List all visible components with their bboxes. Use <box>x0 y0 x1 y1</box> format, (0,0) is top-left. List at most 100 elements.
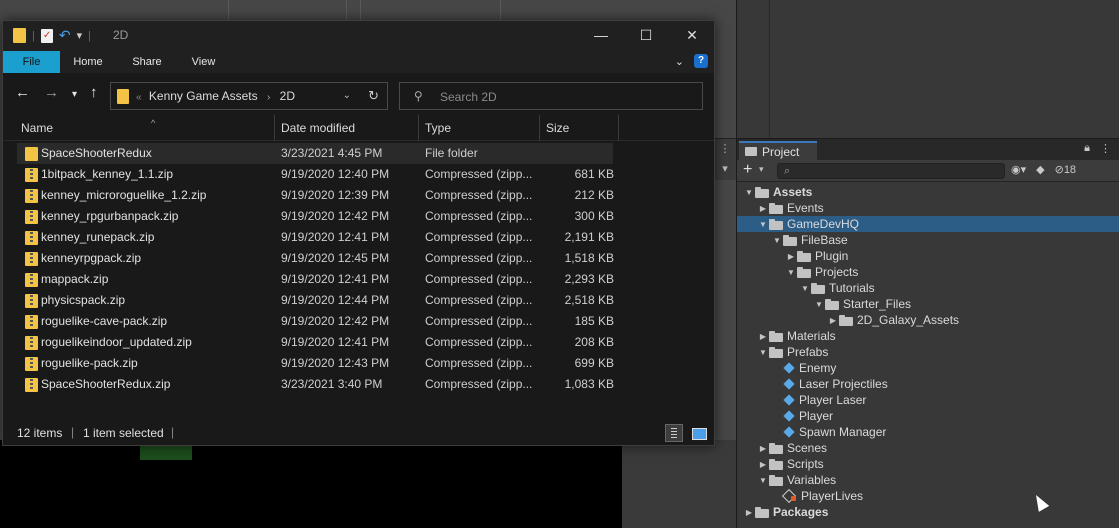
search-input[interactable]: ⚲ Search 2D <box>399 82 703 110</box>
expand-ribbon-icon[interactable]: ⌄ <box>675 55 684 68</box>
breadcrumb-2d[interactable]: 2D <box>280 89 295 103</box>
back-button[interactable]: ← <box>15 85 30 101</box>
folder-icon <box>769 331 783 342</box>
tab-view[interactable]: View <box>186 51 221 73</box>
file-row[interactable]: 1bitpack_kenney_1.1.zip 9/19/2020 12:40 P… <box>3 164 714 185</box>
project-tree-item[interactable]: Enemy <box>737 360 1119 376</box>
refresh-icon[interactable]: ↻ <box>368 88 379 104</box>
collapsed-arrow-icon[interactable]: ▶ <box>785 252 797 261</box>
file-row[interactable]: roguelike-cave-pack.zip 9/19/2020 12:42 P… <box>3 311 714 332</box>
file-name: physicspack.zip <box>41 293 126 307</box>
column-header-type[interactable]: Type <box>419 115 540 141</box>
project-tree-item[interactable]: PlayerLives <box>737 488 1119 504</box>
collapsed-arrow-icon[interactable]: ▶ <box>757 204 769 213</box>
project-tab[interactable]: Project <box>739 141 817 160</box>
file-row[interactable]: kenneyrpgpack.zip 9/19/2020 12:45 PM Compr… <box>3 248 714 269</box>
expanded-arrow-icon[interactable]: ▼ <box>785 268 797 277</box>
project-tree-item[interactable]: ▼ Starter_Files <box>737 296 1119 312</box>
breadcrumb-kenny-game-assets[interactable]: Kenny Game Assets <box>149 89 258 103</box>
collapsed-arrow-icon[interactable]: ▶ <box>743 508 755 517</box>
file-row[interactable]: kenney_microroguelike_1.2.zip 9/19/2020 1… <box>3 185 714 206</box>
project-tree-item[interactable]: ▼ FileBase <box>737 232 1119 248</box>
address-history-dropdown[interactable]: ⌄ <box>343 90 351 101</box>
file-type: Compressed (zipp... <box>425 335 533 349</box>
address-bar[interactable]: « Kenny Game Assets › 2D ⌄ ↻ <box>110 82 388 110</box>
hidden-packages-icon[interactable]: ⊘18 <box>1055 163 1076 176</box>
project-tree-item[interactable]: ▶ Materials <box>737 328 1119 344</box>
file-row[interactable]: roguelikeindoor_updated.zip 9/19/2020 12:… <box>3 332 714 353</box>
tab-home[interactable]: Home <box>67 51 109 73</box>
expanded-arrow-icon[interactable]: ▼ <box>757 220 769 229</box>
folder-icon <box>825 299 839 310</box>
file-row[interactable]: roguelike-pack.zip 9/19/2020 12:43 PM Comp… <box>3 353 714 374</box>
project-tree-item[interactable]: ▼ Assets <box>737 184 1119 200</box>
lock-icon[interactable]: 🔒︎ <box>1084 142 1090 155</box>
project-tree-item[interactable]: ▶ Scenes <box>737 440 1119 456</box>
column-header-name[interactable]: Name ^ <box>15 115 275 141</box>
help-icon[interactable]: ? <box>694 54 708 68</box>
project-tree-item[interactable]: Player Laser <box>737 392 1119 408</box>
expanded-arrow-icon[interactable]: ▼ <box>743 188 755 197</box>
scene-side-toolbar[interactable]: ⋮ ▾ <box>714 138 736 180</box>
customize-toolbar-icon[interactable]: ▾ <box>77 29 83 42</box>
file-row[interactable]: kenney_runepack.zip 9/19/2020 12:41 PM Com… <box>3 227 714 248</box>
collapsed-arrow-icon[interactable]: ▶ <box>827 316 839 325</box>
project-search-input[interactable]: ⌕ <box>777 163 1005 179</box>
project-tree-item[interactable]: Laser Projectiles <box>737 376 1119 392</box>
file-row[interactable]: kenney_rpgurbanpack.zip 9/19/2020 12:42 P… <box>3 206 714 227</box>
expanded-arrow-icon[interactable]: ▼ <box>771 236 783 245</box>
breadcrumb-separator-icon[interactable]: › <box>267 92 270 103</box>
breadcrumb-overflow[interactable]: « <box>136 92 142 103</box>
file-row[interactable]: physicspack.zip 9/19/2020 12:44 PM Compres… <box>3 290 714 311</box>
expanded-arrow-icon[interactable]: ▼ <box>799 284 811 293</box>
project-tree-item[interactable]: ▼ Variables <box>737 472 1119 488</box>
undo-icon[interactable]: ↶ <box>59 27 71 44</box>
dropdown-icon[interactable]: ▾ <box>714 159 736 179</box>
tab-share[interactable]: Share <box>127 51 167 73</box>
expanded-arrow-icon[interactable]: ▼ <box>813 300 825 309</box>
more-icon[interactable]: ⋮ <box>714 139 736 159</box>
project-tree-item[interactable]: ▶ Events <box>737 200 1119 216</box>
collapsed-arrow-icon[interactable]: ▶ <box>757 444 769 453</box>
filter-by-label-icon[interactable]: ◆ <box>1036 163 1044 176</box>
maximize-button[interactable]: ☐ <box>623 21 669 49</box>
project-tree-item[interactable]: Player <box>737 408 1119 424</box>
tree-item-label: Laser Projectiles <box>799 377 888 391</box>
forward-button[interactable]: → <box>44 85 59 101</box>
collapsed-arrow-icon[interactable]: ▶ <box>757 460 769 469</box>
recent-locations-button[interactable]: ▾ <box>72 87 77 103</box>
project-tree: ▼ Assets ▶ Events ▼ GameDevHQ ▼ FileBase ▶ Plugin… <box>737 182 1119 520</box>
project-tree-item[interactable]: Spawn Manager <box>737 424 1119 440</box>
project-tree-item[interactable]: ▶ Plugin <box>737 248 1119 264</box>
create-button[interactable]: + <box>743 162 752 178</box>
column-header-date[interactable]: Date modified <box>275 115 419 141</box>
minimize-button[interactable]: — <box>578 21 624 49</box>
large-icons-view-button[interactable] <box>689 424 707 442</box>
project-tree-item[interactable]: ▶ Packages <box>737 504 1119 520</box>
project-tree-item[interactable]: ▼ GameDevHQ <box>737 216 1119 232</box>
expanded-arrow-icon[interactable]: ▼ <box>757 348 769 357</box>
details-view-button[interactable] <box>665 424 683 442</box>
more-menu-icon[interactable]: ⋮ <box>1100 142 1111 155</box>
game-view <box>0 440 622 528</box>
project-tree-item[interactable]: ▼ Tutorials <box>737 280 1119 296</box>
tab-file[interactable]: File <box>3 51 60 73</box>
column-header-size[interactable]: Size <box>540 115 619 141</box>
properties-icon[interactable] <box>40 28 53 43</box>
filter-by-type-icon[interactable]: ◉▾ <box>1011 163 1026 176</box>
expanded-arrow-icon[interactable]: ▼ <box>757 476 769 485</box>
project-tree-item[interactable]: ▶ Scripts <box>737 456 1119 472</box>
column-name-label: Name <box>21 121 54 135</box>
file-row[interactable]: SpaceShooterRedux 3/23/2021 4:45 PM File f… <box>17 143 613 164</box>
project-tree-item[interactable]: ▶ 2D_Galaxy_Assets <box>737 312 1119 328</box>
project-tree-item[interactable]: ▼ Projects <box>737 264 1119 280</box>
chevron-down-icon[interactable]: ▾ <box>759 164 764 175</box>
file-row[interactable]: SpaceShooterRedux.zip 3/23/2021 3:40 PM Co… <box>3 374 714 395</box>
up-button[interactable]: ↑ <box>90 85 98 101</box>
collapsed-arrow-icon[interactable]: ▶ <box>757 332 769 341</box>
file-date-modified: 9/19/2020 12:41 PM <box>281 335 390 349</box>
title-bar[interactable]: | ↶ ▾ | 2D — ☐ ✕ <box>3 21 714 49</box>
project-tree-item[interactable]: ▼ Prefabs <box>737 344 1119 360</box>
close-button[interactable]: ✕ <box>669 21 715 49</box>
file-row[interactable]: mappack.zip 9/19/2020 12:41 PM Compressed … <box>3 269 714 290</box>
